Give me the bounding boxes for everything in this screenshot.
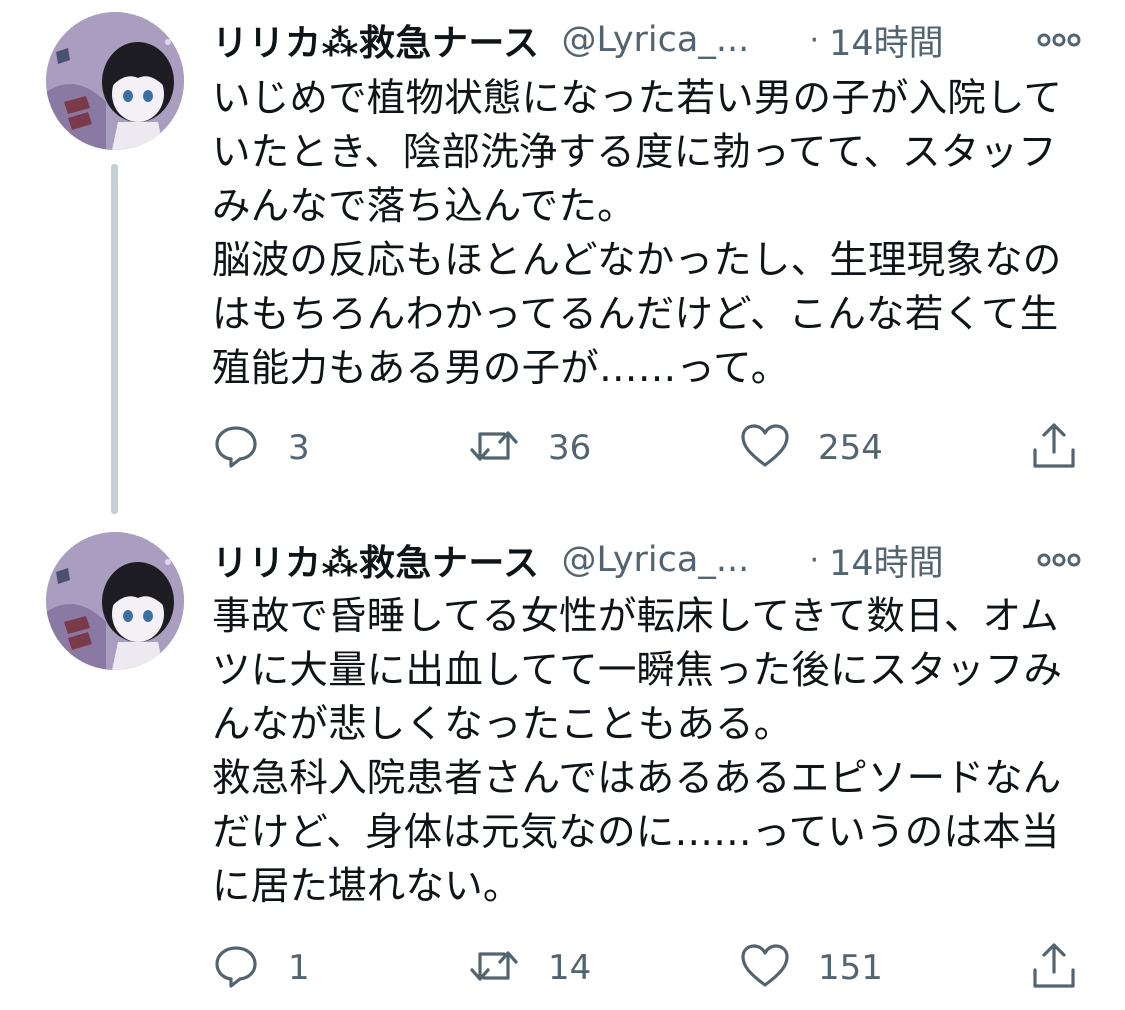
reply-icon bbox=[212, 942, 260, 994]
action-bar: 3 36 254 bbox=[212, 418, 1092, 478]
avatar[interactable] bbox=[46, 12, 184, 150]
share-button[interactable] bbox=[1030, 938, 1078, 998]
like-count: 151 bbox=[818, 948, 883, 988]
tweet-text: いじめで植物状態になった若い男の子が入院して いたとき、陰部洗浄する度に勃ってて… bbox=[212, 76, 1063, 391]
share-icon bbox=[1030, 942, 1078, 994]
more-icon[interactable] bbox=[1036, 20, 1082, 60]
retweet-button[interactable]: 14 bbox=[468, 938, 591, 998]
heart-icon bbox=[740, 943, 790, 993]
separator-dot: · bbox=[809, 22, 820, 58]
timestamp[interactable]: 14時間 bbox=[829, 15, 944, 66]
like-button[interactable]: 254 bbox=[740, 418, 883, 478]
reply-button[interactable]: 1 bbox=[212, 938, 310, 998]
like-count: 254 bbox=[818, 428, 883, 468]
display-name[interactable]: リリカ⁂救急ナース bbox=[212, 534, 540, 586]
avatar-image bbox=[46, 532, 184, 670]
reply-count: 3 bbox=[288, 428, 310, 468]
action-bar: 1 14 151 bbox=[212, 938, 1092, 998]
user-handle[interactable]: @Lyrica_... bbox=[562, 20, 776, 60]
share-button[interactable] bbox=[1030, 418, 1078, 478]
retweet-button[interactable]: 36 bbox=[468, 418, 591, 478]
separator-dot: · bbox=[809, 542, 820, 578]
thread-line bbox=[111, 164, 118, 514]
retweet-count: 36 bbox=[548, 428, 592, 468]
retweet-icon bbox=[468, 942, 520, 994]
retweet-icon bbox=[468, 422, 520, 474]
reply-icon bbox=[212, 422, 260, 474]
more-icon[interactable] bbox=[1036, 540, 1082, 580]
like-button[interactable]: 151 bbox=[740, 938, 883, 998]
share-icon bbox=[1030, 422, 1078, 474]
display-name[interactable]: リリカ⁂救急ナース bbox=[212, 14, 540, 66]
heart-icon bbox=[740, 423, 790, 473]
timestamp[interactable]: 14時間 bbox=[829, 535, 944, 586]
reply-count: 1 bbox=[288, 948, 310, 988]
user-handle[interactable]: @Lyrica_... bbox=[562, 540, 776, 580]
reply-button[interactable]: 3 bbox=[212, 418, 310, 478]
retweet-count: 14 bbox=[548, 948, 592, 988]
tweet-header: リリカ⁂救急ナース @Lyrica_... · 14時間 bbox=[212, 534, 1092, 586]
tweet-header: リリカ⁂救急ナース @Lyrica_... · 14時間 bbox=[212, 14, 1092, 66]
tweet[interactable]: リリカ⁂救急ナース @Lyrica_... · 14時間 いじめで植物状態になっ… bbox=[0, 0, 1125, 520]
avatar-image bbox=[46, 12, 184, 150]
avatar[interactable] bbox=[46, 532, 184, 670]
tweet-text: 事故で昏睡してる女性が転床してきて数日、オム ツに大量に出血してて一瞬焦った後に… bbox=[212, 594, 1063, 909]
tweet[interactable]: リリカ⁂救急ナース @Lyrica_... · 14時間 事故で昏睡してる女性が… bbox=[0, 520, 1125, 1010]
